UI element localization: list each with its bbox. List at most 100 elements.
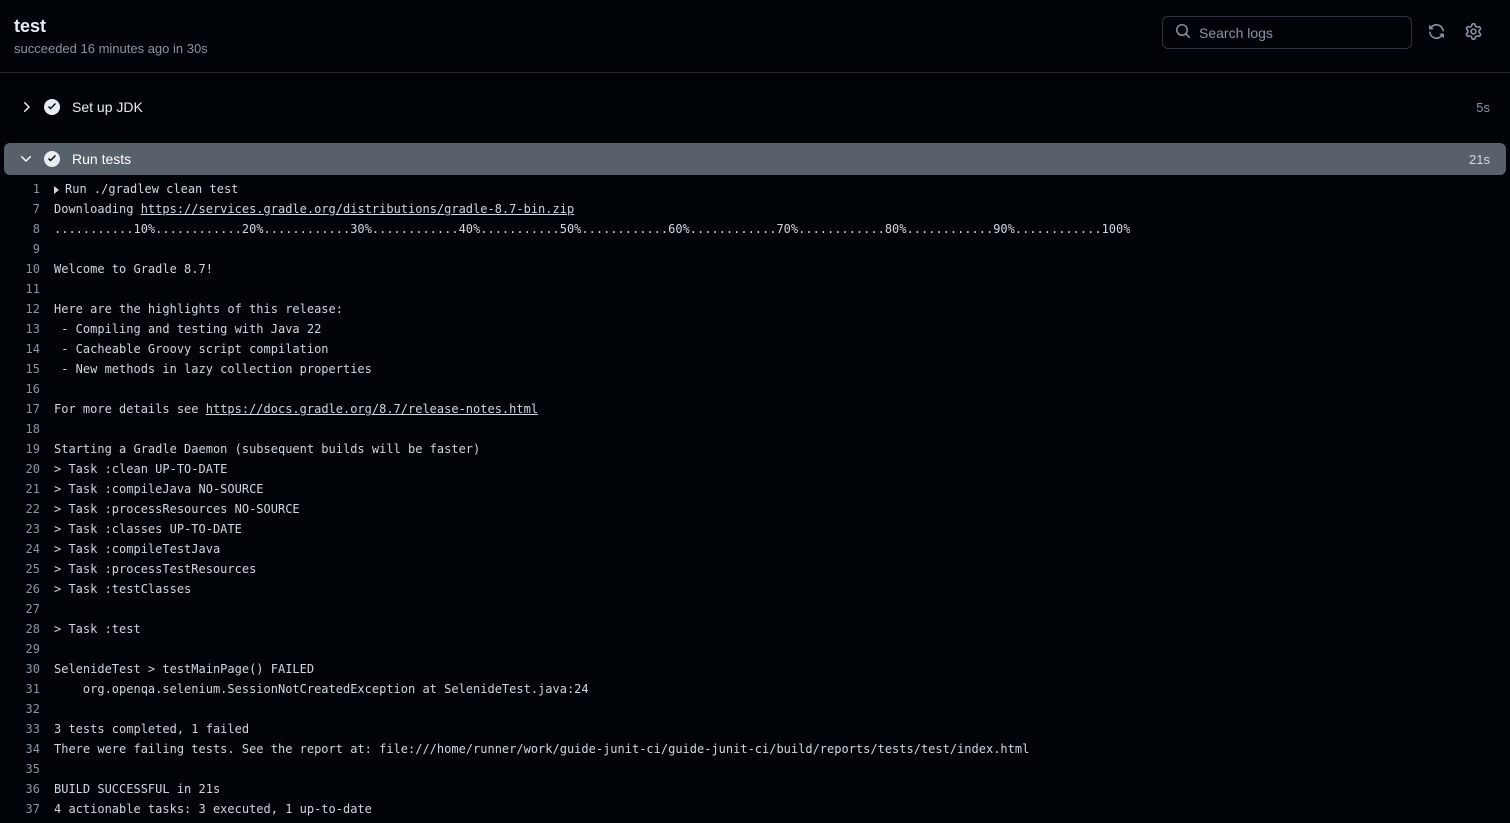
line-number: 19 [0,439,54,459]
line-number: 8 [0,219,54,239]
line-number: 13 [0,319,54,339]
line-number: 32 [0,699,54,719]
line-text: Run ./gradlew clean test [54,179,238,199]
log-line: 18 [0,419,1510,439]
header-left: test succeeded 16 minutes ago in 30s [14,16,208,56]
log-link[interactable]: https://services.gradle.org/distribution… [141,202,574,216]
line-text: > Task :test [54,619,141,639]
line-text: > Task :processTestResources [54,559,256,579]
line-number: 36 [0,779,54,799]
log-line: 14 - Cacheable Groovy script compilation [0,339,1510,359]
line-number: 22 [0,499,54,519]
log-line: 22> Task :processResources NO-SOURCE [0,499,1510,519]
step-duration: 5s [1476,100,1490,115]
line-number: 11 [0,279,54,299]
log-line: 36BUILD SUCCESSFUL in 21s [0,779,1510,799]
steps-list: Set up JDK 5s Run tests 21s 1Run ./gradl… [0,73,1510,823]
log-line: 20> Task :clean UP-TO-DATE [0,459,1510,479]
step-set-up-jdk[interactable]: Set up JDK 5s [4,91,1506,123]
step-run-tests[interactable]: Run tests 21s [4,143,1506,175]
page-title: test [14,16,208,37]
line-number: 12 [0,299,54,319]
log-output: 1Run ./gradlew clean test7Downloading ht… [0,175,1510,823]
log-line: 19Starting a Gradle Daemon (subsequent b… [0,439,1510,459]
settings-button[interactable] [1461,19,1486,47]
log-line: 17For more details see https://docs.grad… [0,399,1510,419]
log-line: 23> Task :classes UP-TO-DATE [0,519,1510,539]
search-icon [1175,23,1191,42]
log-line: 13 - Compiling and testing with Java 22 [0,319,1510,339]
line-number: 34 [0,739,54,759]
log-link[interactable]: https://docs.gradle.org/8.7/release-note… [206,402,538,416]
log-line: 28> Task :test [0,619,1510,639]
line-text: > Task :testClasses [54,579,191,599]
check-circle-icon [44,99,60,115]
log-line: 25> Task :processTestResources [0,559,1510,579]
line-number: 25 [0,559,54,579]
line-text: - Cacheable Groovy script compilation [54,339,329,359]
line-text: > Task :processResources NO-SOURCE [54,499,300,519]
refresh-button[interactable] [1424,19,1449,47]
line-number: 26 [0,579,54,599]
line-number: 31 [0,679,54,699]
line-text: org.openqa.selenium.SessionNotCreatedExc… [54,679,589,699]
line-text: - New methods in lazy collection propert… [54,359,372,379]
log-line: 374 actionable tasks: 3 executed, 1 up-t… [0,799,1510,819]
log-line: 11 [0,279,1510,299]
line-number: 24 [0,539,54,559]
log-line: 16 [0,379,1510,399]
line-number: 37 [0,799,54,819]
log-line: 15 - New methods in lazy collection prop… [0,359,1510,379]
chevron-down-icon [18,151,34,167]
step-duration: 21s [1469,152,1490,167]
line-text: Downloading https://services.gradle.org/… [54,199,574,219]
log-line: 29 [0,639,1510,659]
line-number: 16 [0,379,54,399]
line-text: Welcome to Gradle 8.7! [54,259,213,279]
line-number: 21 [0,479,54,499]
header-right [1162,16,1486,49]
line-text: > Task :compileJava NO-SOURCE [54,479,264,499]
line-number: 23 [0,519,54,539]
line-number: 18 [0,419,54,439]
log-line: 10Welcome to Gradle 8.7! [0,259,1510,279]
line-number: 15 [0,359,54,379]
log-line: 7Downloading https://services.gradle.org… [0,199,1510,219]
step-label: Run tests [72,151,1469,167]
line-number: 10 [0,259,54,279]
log-line: 24> Task :compileTestJava [0,539,1510,559]
log-line: 8...........10%............20%..........… [0,219,1510,239]
line-number: 35 [0,759,54,779]
line-text: 4 actionable tasks: 3 executed, 1 up-to-… [54,799,372,819]
log-line: 9 [0,239,1510,259]
search-input[interactable] [1199,25,1399,41]
search-logs-box[interactable] [1162,16,1412,49]
line-text: Here are the highlights of this release: [54,299,343,319]
line-text: > Task :compileTestJava [54,539,220,559]
line-text: BUILD SUCCESSFUL in 21s [54,779,220,799]
line-number: 1 [0,179,54,199]
caret-right-icon[interactable] [54,186,59,194]
page-subtitle: succeeded 16 minutes ago in 30s [14,41,208,56]
line-number: 9 [0,239,54,259]
line-text: ...........10%............20%...........… [54,219,1130,239]
line-text: > Task :clean UP-TO-DATE [54,459,227,479]
log-line: 12Here are the highlights of this releas… [0,299,1510,319]
log-line: 32 [0,699,1510,719]
line-number: 30 [0,659,54,679]
line-number: 28 [0,619,54,639]
line-number: 33 [0,719,54,739]
line-number: 20 [0,459,54,479]
line-text: 3 tests completed, 1 failed [54,719,249,739]
line-number: 29 [0,639,54,659]
sync-icon [1428,23,1445,43]
line-text: > Task :classes UP-TO-DATE [54,519,242,539]
log-line: 35 [0,759,1510,779]
line-text: - Compiling and testing with Java 22 [54,319,321,339]
line-text: Starting a Gradle Daemon (subsequent bui… [54,439,480,459]
line-number: 14 [0,339,54,359]
check-circle-icon [44,151,60,167]
log-line: 333 tests completed, 1 failed [0,719,1510,739]
log-line: 27 [0,599,1510,619]
log-line: 34There were failing tests. See the repo… [0,739,1510,759]
